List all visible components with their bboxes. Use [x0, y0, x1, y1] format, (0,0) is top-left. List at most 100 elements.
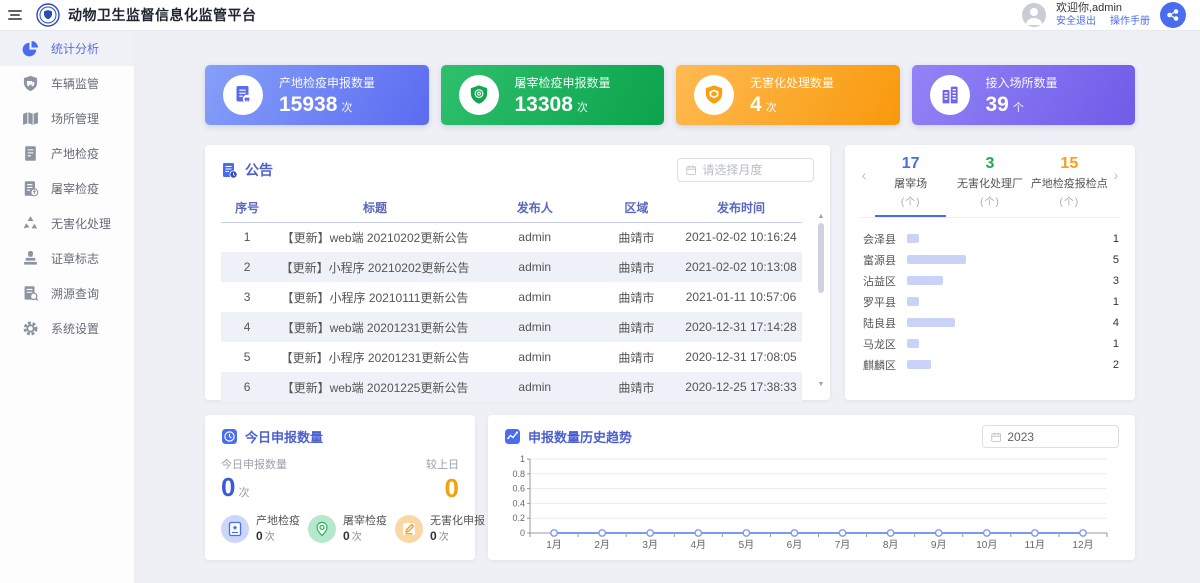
document-icon — [22, 145, 39, 162]
table-cell: 2 — [221, 252, 273, 282]
svg-text:3月: 3月 — [642, 539, 658, 551]
region-bar-row: 富源县 5 — [863, 249, 1119, 270]
share-button[interactable] — [1160, 2, 1186, 28]
table-cell: 1 — [221, 222, 273, 252]
facilities-next-icon[interactable]: › — [1109, 167, 1123, 183]
table-row[interactable]: 6【更新】web端 20201225更新公告admin曲靖市2020-12-25… — [221, 372, 802, 402]
svg-text:5月: 5月 — [739, 539, 755, 551]
stat-card-slaughter-declarations[interactable]: 屠宰检疫申报数量 13308次 — [441, 65, 665, 125]
facility-count: 15 — [1030, 155, 1109, 173]
sidebar-item-origin-quarantine[interactable]: 产地检疫 — [0, 136, 134, 171]
announcements-table: 序号标题发布人区域发布时间 1【更新】web端 20210202更新公告admi… — [221, 194, 802, 402]
today-category-item: 无害化申报 0次 — [395, 515, 485, 543]
scroll-up-icon[interactable]: ▲ — [816, 213, 826, 220]
facilities-panel: ‹ 17 屠宰场 (个) 3 无害化处理厂 (个) 15 产地检疫报检点 (个)… — [845, 145, 1135, 400]
table-row[interactable]: 1【更新】web端 20210202更新公告admin曲靖市2021-02-02… — [221, 222, 802, 252]
today-category-label: 屠宰检疫 — [343, 515, 387, 528]
region-value: 5 — [1097, 254, 1119, 266]
trend-line-chart: 00.20.40.60.811月2月3月4月5月6月7月8月9月10月11月12… — [504, 451, 1117, 555]
year-picker[interactable] — [982, 425, 1119, 448]
svg-text:1月: 1月 — [546, 539, 562, 551]
table-cell: 2020-12-25 17:38:33 — [680, 372, 802, 402]
sidebar-item-label: 统计分析 — [51, 40, 99, 57]
svg-text:7月: 7月 — [835, 539, 851, 551]
column-header: 标题 — [273, 194, 476, 222]
manual-link[interactable]: 操作手册 — [1110, 16, 1150, 28]
app-logo — [36, 3, 60, 27]
today-category-value: 0次 — [430, 528, 485, 543]
region-bar-row: 罗平县 1 — [863, 291, 1119, 312]
logout-link[interactable]: 安全退出 — [1056, 16, 1096, 28]
sidebar-item-slaughter-quarantine[interactable]: 屠宰检疫 — [0, 171, 134, 206]
facility-unit: (个) — [950, 193, 1029, 208]
sidebar-item-label: 产地检疫 — [51, 145, 99, 162]
table-cell: 【更新】小程序 20201231更新公告 — [273, 342, 476, 372]
announcements-panel: 公告 序号标题发布人区域发布时间 1【更新】web端 20210202更新公告a… — [205, 145, 830, 400]
year-picker-input[interactable] — [1007, 430, 1110, 444]
facility-count: 17 — [871, 155, 950, 173]
region-bar — [907, 339, 919, 348]
month-picker-input[interactable] — [702, 163, 805, 177]
stat-card-origin-declarations[interactable]: 产地检疫申报数量 15938次 — [205, 65, 429, 125]
table-cell: admin — [477, 252, 593, 282]
facility-label: 无害化处理厂 — [950, 175, 1029, 191]
sidebar-item-vehicle-supervision[interactable]: 车辆监管 — [0, 66, 134, 101]
region-value: 3 — [1097, 275, 1119, 287]
table-cell: 【更新】web端 20210202更新公告 — [273, 222, 476, 252]
stat-card-harmless-count[interactable]: 无害化处理数量 4次 — [676, 65, 900, 125]
today-title: 今日申报数量 — [245, 427, 323, 446]
table-cell: 曲靖市 — [593, 342, 680, 372]
region-bar-chart: 会泽县 1 富源县 5 沾益区 3 罗平县 1 陆良县 4 马龙区 1 麒麟区 … — [857, 218, 1123, 375]
scrollbar-thumb[interactable] — [818, 223, 824, 293]
notice-icon — [221, 162, 238, 179]
facility-tab-0[interactable]: 17 屠宰场 (个) — [871, 155, 950, 217]
svg-text:2月: 2月 — [594, 539, 610, 551]
stat-card-connected-venues[interactable]: 接入场所数量 39个 — [912, 65, 1136, 125]
today-category-value: 0次 — [343, 528, 387, 543]
facility-tab-2[interactable]: 15 产地检疫报检点 (个) — [1030, 155, 1109, 217]
svg-text:10月: 10月 — [976, 539, 997, 551]
scroll-down-icon[interactable]: ▼ — [816, 381, 826, 388]
sidebar-item-system-settings[interactable]: 系统设置 — [0, 311, 134, 346]
table-scrollbar[interactable]: ▲ ▼ — [816, 213, 826, 388]
buildings-icon — [930, 75, 970, 115]
sidebar-item-statistics[interactable]: 统计分析 — [0, 31, 134, 66]
column-header: 区域 — [593, 194, 680, 222]
table-cell: 【更新】web端 20201231更新公告 — [273, 312, 476, 342]
facilities-prev-icon[interactable]: ‹ — [857, 167, 871, 183]
table-row[interactable]: 2【更新】小程序 20210202更新公告admin曲靖市2021-02-02 … — [221, 252, 802, 282]
svg-text:0.4: 0.4 — [512, 498, 525, 508]
table-row[interactable]: 5【更新】小程序 20201231更新公告admin曲靖市2020-12-31 … — [221, 342, 802, 372]
region-bar — [907, 255, 966, 264]
welcome-text: 欢迎你,admin — [1056, 2, 1150, 14]
table-row[interactable]: 3【更新】小程序 20210111更新公告admin曲靖市2021-01-11 … — [221, 282, 802, 312]
table-cell: 曲靖市 — [593, 372, 680, 402]
table-cell: 曲靖市 — [593, 222, 680, 252]
sidebar-item-venue-management[interactable]: 场所管理 — [0, 101, 134, 136]
facility-tab-1[interactable]: 3 无害化处理厂 (个) — [950, 155, 1029, 217]
calendar-icon — [991, 431, 1001, 443]
gear-icon — [22, 320, 39, 337]
trend-panel: 申报数量历史趋势 00.20.40.60.811月2月3月4月5月6月7月8月9… — [488, 415, 1135, 560]
origin-doc-icon — [223, 75, 263, 115]
today-compare-label: 较上日 — [426, 456, 459, 472]
sidebar-item-trace-query[interactable]: 溯源查询 — [0, 276, 134, 311]
user-avatar-icon[interactable] — [1022, 3, 1046, 27]
trace-search-icon — [22, 285, 39, 302]
table-cell: 曲靖市 — [593, 282, 680, 312]
facility-label: 产地检疫报检点 — [1030, 175, 1109, 191]
clock-icon — [221, 428, 238, 445]
table-cell: 3 — [221, 282, 273, 312]
today-compare-value: 0 — [445, 475, 459, 501]
svg-text:4月: 4月 — [691, 539, 707, 551]
sidebar-item-certificate-badge[interactable]: 证章标志 — [0, 241, 134, 276]
sidebar-collapse-icon[interactable] — [0, 8, 30, 22]
region-bar-row: 陆良县 4 — [863, 312, 1119, 333]
table-row[interactable]: 4【更新】web端 20201231更新公告admin曲靖市2020-12-31… — [221, 312, 802, 342]
region-bar-row: 麒麟区 2 — [863, 354, 1119, 375]
sidebar-item-harmless-treatment[interactable]: 无害化处理 — [0, 206, 134, 241]
month-picker[interactable] — [677, 158, 814, 182]
today-category-item: 屠宰检疫 0次 — [308, 515, 387, 543]
region-label: 麒麟区 — [863, 357, 907, 373]
sidebar: 统计分析 车辆监管 场所管理 产地检疫 屠宰检疫 无害化处理 证章标志 溯源查询… — [0, 31, 135, 583]
